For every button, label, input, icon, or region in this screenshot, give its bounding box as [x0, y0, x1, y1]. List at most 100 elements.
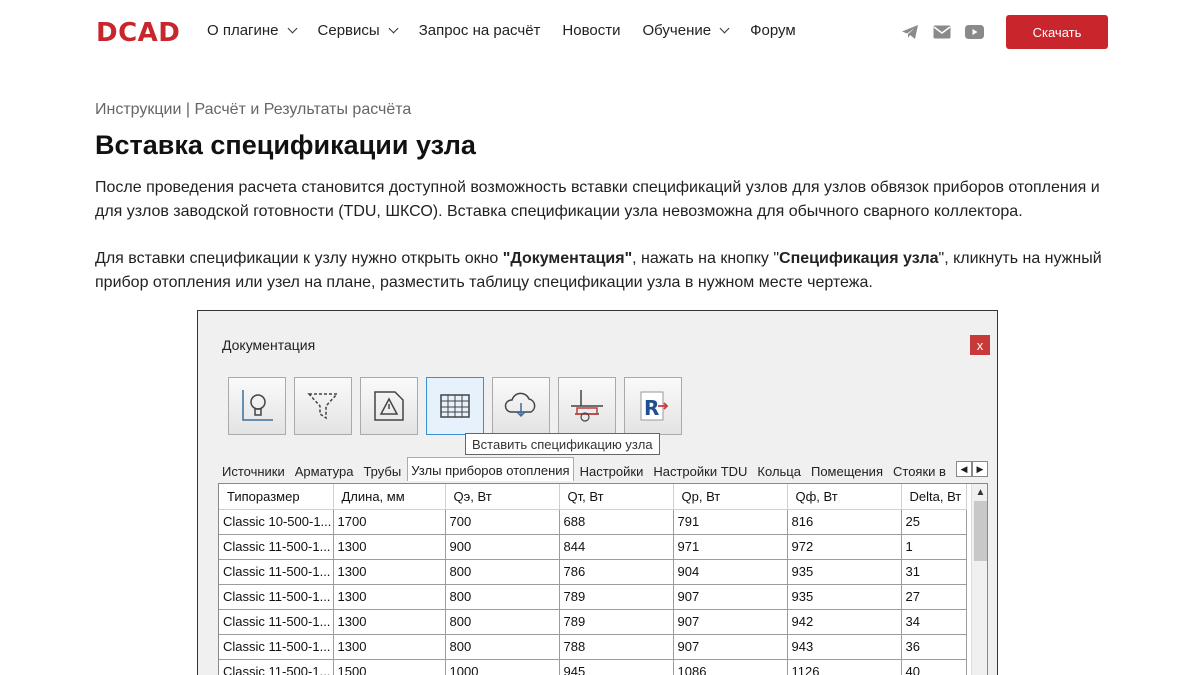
column-header[interactable]: Qт, Вт	[559, 484, 674, 510]
nav-item-4[interactable]: Обучение	[642, 22, 730, 39]
table-cell[interactable]: 1	[901, 534, 967, 560]
table-cell[interactable]: Classic 10-500-1...	[219, 509, 334, 535]
table-cell[interactable]: 688	[559, 509, 674, 535]
table-cell[interactable]: 1126	[787, 659, 902, 675]
logo[interactable]: DCAD	[96, 18, 180, 48]
column-header[interactable]: Delta, Вт	[901, 484, 967, 510]
table-cell[interactable]: 800	[445, 634, 560, 660]
table-cell[interactable]: 1300	[333, 584, 446, 610]
table-cell[interactable]: 942	[787, 609, 902, 635]
column-header[interactable]: Qр, Вт	[673, 484, 788, 510]
table-cell[interactable]: 1300	[333, 634, 446, 660]
nav-item-0[interactable]: О плагине	[207, 22, 297, 39]
nav-item-5[interactable]: Форум	[750, 22, 796, 39]
table-cell[interactable]: 1000	[445, 659, 560, 675]
revit-export-icon[interactable]: R	[624, 377, 682, 435]
intro-paragraph: После проведения расчета становится дост…	[95, 179, 1100, 220]
table-cell[interactable]: 935	[787, 584, 902, 610]
table-cell[interactable]: 27	[901, 584, 967, 610]
table-cell[interactable]: Classic 11-500-1...	[219, 559, 334, 585]
column-header[interactable]: Длина, мм	[333, 484, 446, 510]
column-header[interactable]: Qэ, Вт	[445, 484, 560, 510]
breadcrumb[interactable]: Инструкции | Расчёт и Результаты расчёта	[95, 101, 411, 119]
scroll-up-button[interactable]: ▲	[972, 484, 987, 501]
tab-3[interactable]: Узлы приборов отопления	[407, 457, 574, 481]
documentation-window: Документация x R Вставить спецификацию у…	[204, 319, 990, 675]
table-cell[interactable]: 25	[901, 509, 967, 535]
table-cell[interactable]: 1500	[333, 659, 446, 675]
tab-7[interactable]: Помещения	[807, 459, 887, 481]
nav-item-3[interactable]: Новости	[562, 22, 620, 39]
table-cell[interactable]: 907	[673, 609, 788, 635]
table-cell[interactable]: Classic 11-500-1...	[219, 534, 334, 560]
download-button[interactable]: Скачать	[1006, 15, 1108, 49]
table-row[interactable]: Classic 10-500-1... 1700 700 688 791 816 25	[219, 509, 967, 535]
table-cell[interactable]: 31	[901, 559, 967, 585]
bulb-icon[interactable]	[228, 377, 286, 435]
warning-icon[interactable]	[360, 377, 418, 435]
table-cell[interactable]: 800	[445, 609, 560, 635]
table-cell[interactable]: 36	[901, 634, 967, 660]
table-cell[interactable]: 935	[787, 559, 902, 585]
mail-icon[interactable]	[932, 22, 952, 42]
table-cell[interactable]: 800	[445, 584, 560, 610]
table-cell[interactable]: 907	[673, 584, 788, 610]
nav-item-label: О плагине	[207, 22, 279, 39]
table-row[interactable]: Classic 11-500-1... 1300 800 789 907 935 27	[219, 584, 967, 610]
nav-item-2[interactable]: Запрос на расчёт	[419, 22, 541, 39]
table-cell[interactable]: 1300	[333, 609, 446, 635]
table-cell[interactable]: 40	[901, 659, 967, 675]
table-cell[interactable]: Classic 11-500-1...	[219, 609, 334, 635]
tab-5[interactable]: Настройки TDU	[649, 459, 751, 481]
tab-1[interactable]: Арматура	[291, 459, 358, 481]
table-row[interactable]: Classic 11-500-1... 1300 800 788 907 943 36	[219, 634, 967, 660]
scroll-left-button[interactable]: ◀	[956, 461, 972, 477]
table-cell[interactable]: 800	[445, 559, 560, 585]
tab-0[interactable]: Источники	[218, 459, 289, 481]
tab-8[interactable]: Стояки в	[889, 459, 950, 481]
table-cell[interactable]: Classic 11-500-1...	[219, 659, 334, 675]
table-cell[interactable]: Classic 11-500-1...	[219, 634, 334, 660]
table-cell[interactable]: 943	[787, 634, 902, 660]
table-cell[interactable]: 700	[445, 509, 560, 535]
table-row[interactable]: Classic 11-500-1... 1300 900 844 971 972 1	[219, 534, 967, 560]
table-cell[interactable]: 907	[673, 634, 788, 660]
pipe-node-icon[interactable]	[558, 377, 616, 435]
table-cell[interactable]: Classic 11-500-1...	[219, 584, 334, 610]
table-cell[interactable]: 972	[787, 534, 902, 560]
table-cell[interactable]: 789	[559, 609, 674, 635]
table-cell[interactable]: 791	[673, 509, 788, 535]
vertical-scrollbar[interactable]: ▲	[971, 484, 987, 675]
table-cell[interactable]: 1300	[333, 534, 446, 560]
table-row[interactable]: Classic 11-500-1... 1500 1000 945 1086 1126 40	[219, 659, 967, 675]
table-cell[interactable]: 788	[559, 634, 674, 660]
table-cell[interactable]: 971	[673, 534, 788, 560]
cloud-download-icon[interactable]	[492, 377, 550, 435]
filter-icon[interactable]	[294, 377, 352, 435]
close-button[interactable]: x	[970, 335, 990, 355]
scroll-thumb[interactable]	[974, 501, 987, 561]
tab-2[interactable]: Трубы	[359, 459, 405, 481]
scroll-right-button[interactable]: ▶	[972, 461, 988, 477]
telegram-icon[interactable]	[900, 22, 920, 42]
table-icon[interactable]	[426, 377, 484, 435]
nav-item-1[interactable]: Сервисы	[318, 22, 399, 39]
table-row[interactable]: Classic 11-500-1... 1300 800 789 907 942 34	[219, 609, 967, 635]
table-cell[interactable]: 816	[787, 509, 902, 535]
table-cell[interactable]: 34	[901, 609, 967, 635]
tab-4[interactable]: Настройки	[576, 459, 648, 481]
table-cell[interactable]: 789	[559, 584, 674, 610]
table-cell[interactable]: 844	[559, 534, 674, 560]
column-header[interactable]: Qф, Вт	[787, 484, 902, 510]
table-cell[interactable]: 786	[559, 559, 674, 585]
column-header[interactable]: Типоразмер	[219, 484, 334, 510]
tab-6[interactable]: Кольца	[753, 459, 805, 481]
table-cell[interactable]: 1700	[333, 509, 446, 535]
table-cell[interactable]: 1300	[333, 559, 446, 585]
table-row[interactable]: Classic 11-500-1... 1300 800 786 904 935 31	[219, 559, 967, 585]
table-cell[interactable]: 1086	[673, 659, 788, 675]
youtube-icon[interactable]	[964, 22, 984, 42]
table-cell[interactable]: 900	[445, 534, 560, 560]
table-cell[interactable]: 945	[559, 659, 674, 675]
table-cell[interactable]: 904	[673, 559, 788, 585]
